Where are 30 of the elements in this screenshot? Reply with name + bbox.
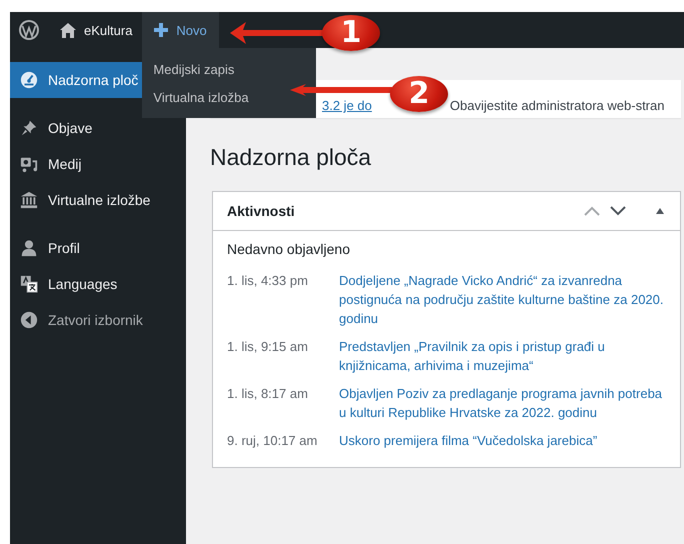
post-date: 1. lis, 9:15 am (227, 338, 309, 356)
translate-icon (20, 275, 38, 293)
dashboard-icon (20, 71, 38, 89)
notice-text: Obavijestite administratora web-stran (450, 98, 664, 113)
page-title: Nadzorna ploča (210, 144, 372, 171)
post-link[interactable]: Objavljen Poziv za predlaganje programa javnih potreba u kulturi Republike Hrvatske za 2022. godinu (339, 384, 666, 422)
home-icon (60, 22, 76, 38)
media-icon (20, 155, 38, 173)
panel-title: Aktivnosti (227, 203, 296, 219)
sidebar-item[interactable]: Medij (10, 146, 186, 182)
section-heading: Nedavno objavljeno (227, 241, 351, 257)
user-icon (20, 239, 38, 257)
sidebar-item[interactable]: Objave (10, 110, 186, 146)
post-link[interactable]: Dodjeljene „Nagrade Vicko Andrić“ za izvanredna postignuća na području zaštite kulturne baštine za 2020. godinu (339, 271, 666, 328)
chevron-down-icon[interactable] (610, 206, 626, 216)
post-date: 1. lis, 8:17 am (227, 385, 309, 403)
wordpress-logo-icon[interactable] (18, 19, 40, 41)
columns-building-icon (20, 191, 38, 209)
plus-icon (154, 23, 168, 37)
notice-link[interactable]: 3.2 je do (322, 98, 372, 113)
post-date: 1. lis, 4:33 pm (227, 272, 309, 290)
post-link[interactable]: Predstavljen „Pravilnik za opis i pristup građi u knjižnicama, arhivima i muzejima“ (339, 337, 666, 375)
collapse-menu-button[interactable]: Zatvori izbornik (10, 302, 186, 338)
pin-icon (20, 119, 38, 137)
sidebar-item[interactable]: Profil (10, 230, 186, 266)
post-date: 9. ruj, 10:17 am (227, 432, 318, 450)
site-name-link[interactable]: eKultura (50, 12, 142, 48)
sidebar-item[interactable]: Languages (10, 266, 186, 302)
sidebar-item[interactable]: Virtualne izložbe (10, 182, 186, 218)
post-link[interactable]: Uskoro premijera filma “Vučedolska jarebica” (339, 431, 666, 450)
